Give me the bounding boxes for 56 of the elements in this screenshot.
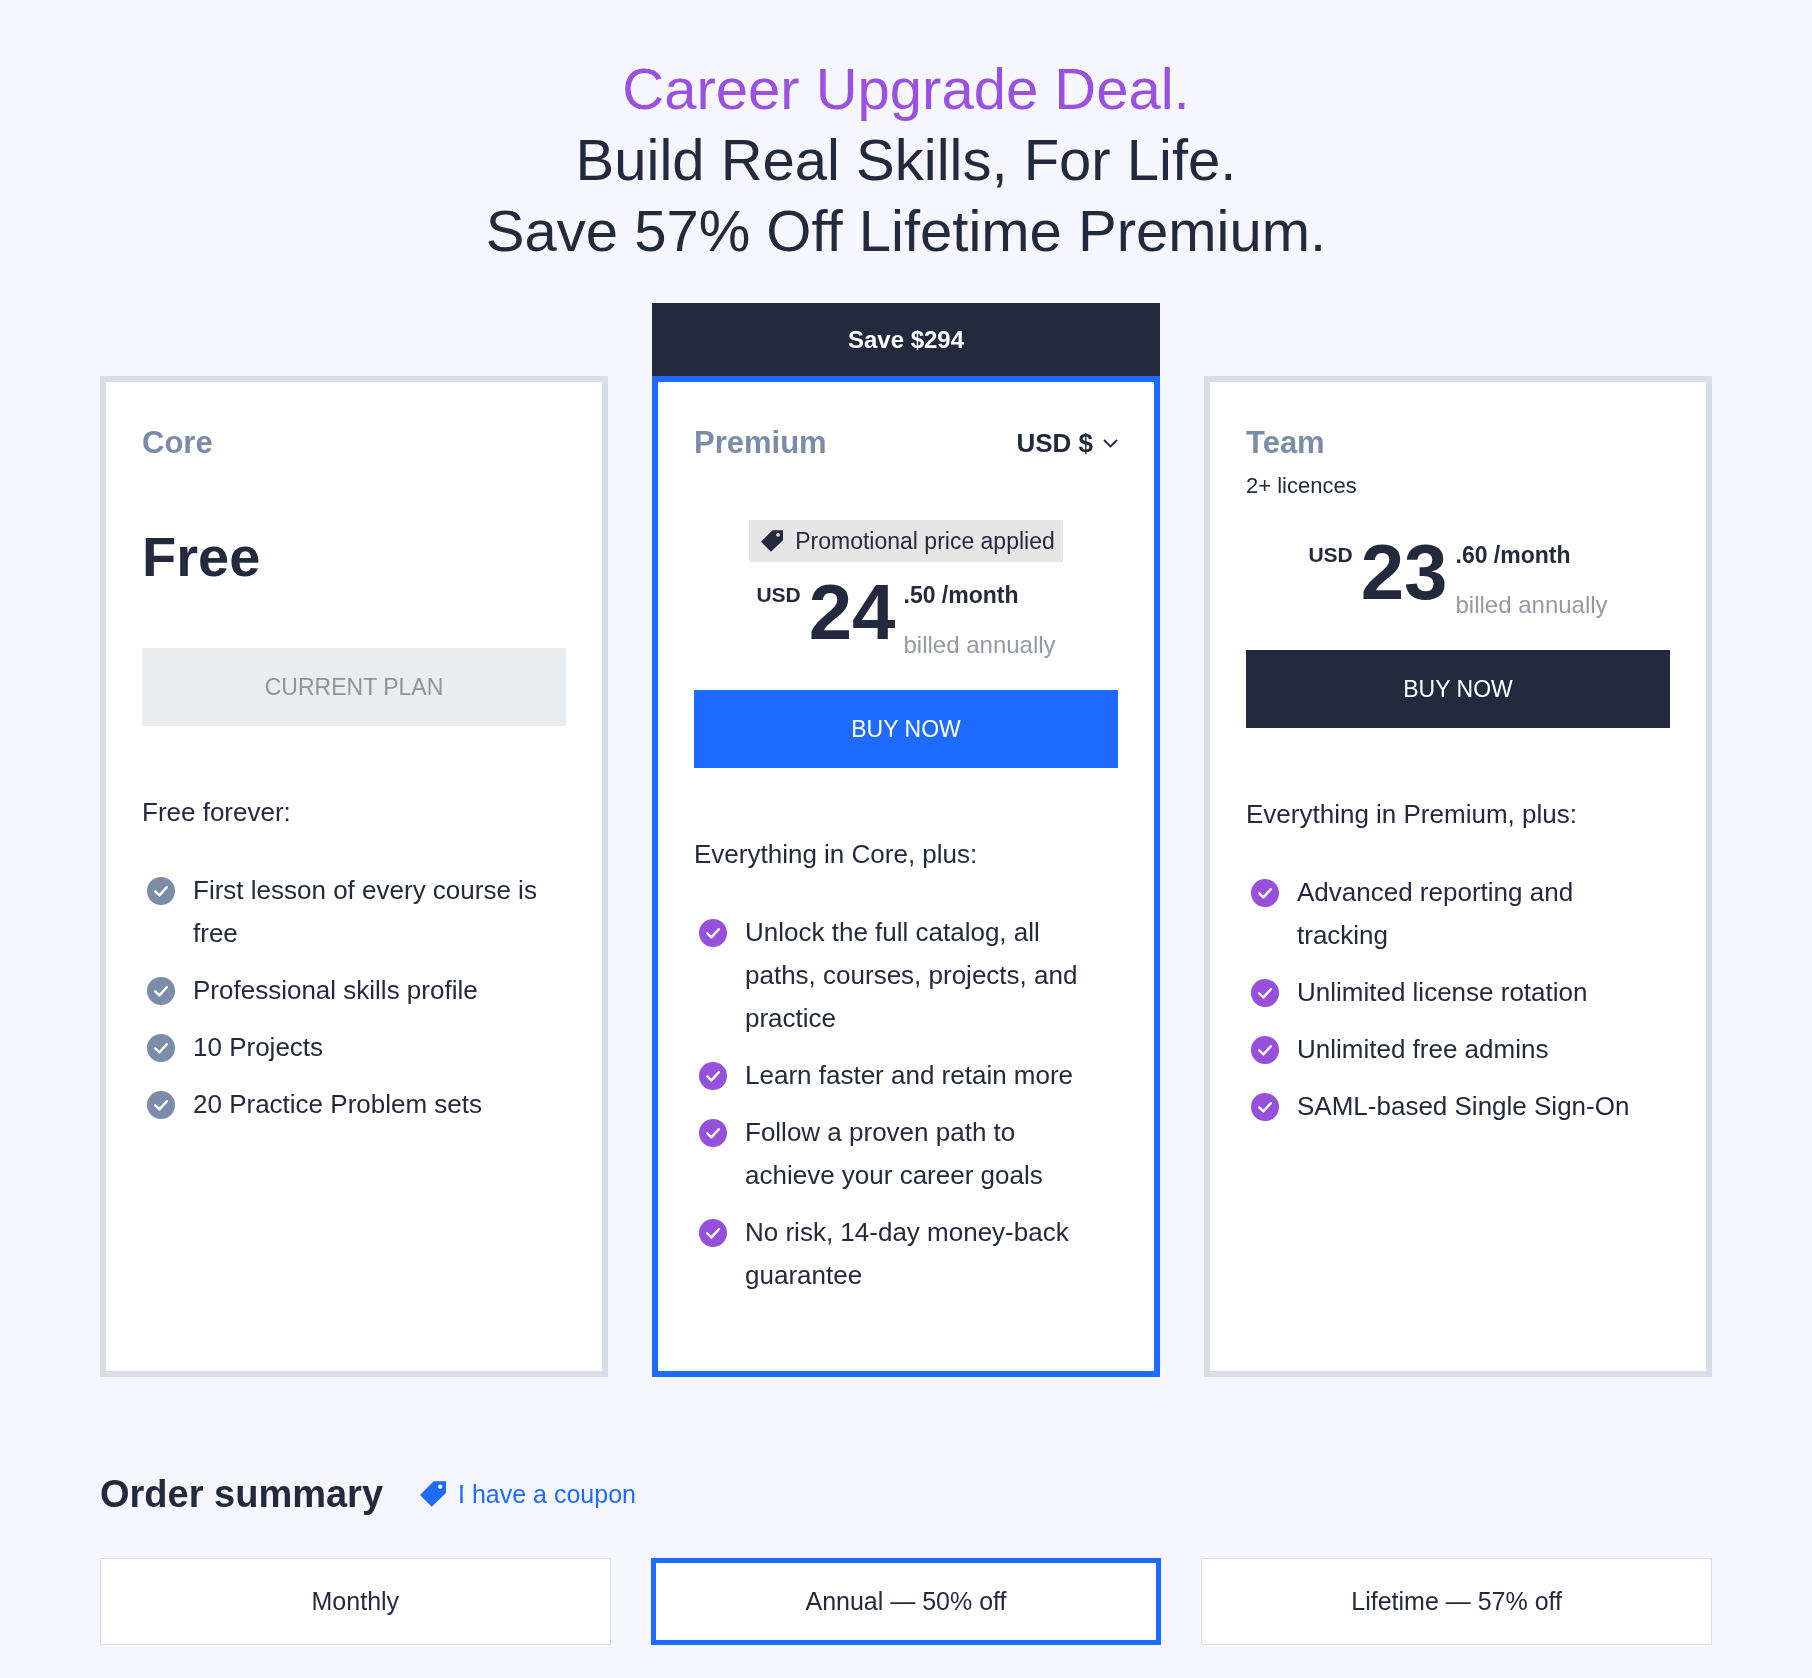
features-intro: Everything in Core, plus:: [694, 838, 979, 870]
promo-text: Promotional price applied: [795, 527, 1055, 555]
feature-text: Professional skills profile: [193, 974, 478, 1007]
currency-dropdown[interactable]: USD $: [1016, 425, 1118, 461]
plan-button[interactable]: BUY NOW: [694, 690, 1118, 768]
coupon-link[interactable]: I have a coupon: [458, 1479, 636, 1509]
check-icon: [699, 1219, 727, 1247]
price-amount: 23: [1360, 532, 1448, 612]
caret-icon: [1103, 438, 1118, 448]
plan-name: Core: [142, 425, 213, 461]
headline-line: Save 57% Off Lifetime Premium.: [484, 197, 1328, 265]
billing-note: billed annually: [1455, 590, 1608, 620]
check-icon: [147, 1034, 175, 1062]
features-intro: Everything in Premium, plus:: [1246, 798, 1578, 830]
billing-option[interactable]: Lifetime — 57% off: [1201, 1558, 1712, 1645]
section-title: Order summary: [100, 1472, 383, 1517]
feature-text: 10 Projects: [193, 1031, 324, 1064]
check-icon: [1251, 879, 1279, 907]
headline-line: Build Real Skills, For Life.: [574, 126, 1238, 194]
tag-icon: [420, 1481, 446, 1507]
feature-text: First lesson of every course is free: [193, 874, 538, 950]
check-icon: [1251, 979, 1279, 1007]
feature-text: Unlock the full catalog, all paths, courses, projects, and practice: [745, 916, 1079, 1035]
headline-accent: Career Upgrade Deal.: [621, 55, 1191, 123]
feature-text: Advanced reporting and tracking: [1297, 876, 1575, 952]
currency-label: USD: [756, 582, 801, 608]
plan-subtitle: 2+ licences: [1246, 472, 1358, 500]
feature-text: SAML-based Single Sign-On: [1297, 1090, 1630, 1123]
billing-option[interactable]: Annual — 50% off: [650, 1558, 1162, 1645]
billing-option[interactable]: Monthly: [100, 1558, 611, 1645]
check-icon: [1251, 1093, 1279, 1121]
check-icon: [147, 877, 175, 905]
check-icon: [699, 919, 727, 947]
check-icon: [699, 1062, 727, 1090]
price-amount: 24: [808, 572, 896, 652]
plan-name: Team: [1246, 425, 1325, 461]
check-icon: [147, 977, 175, 1005]
feature-text: Follow a proven path to achieve your career goals: [745, 1116, 1044, 1192]
check-icon: [699, 1119, 727, 1147]
savings-banner: Save $294: [652, 303, 1160, 376]
feature-text: Unlimited free admins: [1297, 1033, 1549, 1066]
features-intro: Free forever:: [142, 796, 292, 828]
feature-text: 20 Practice Problem sets: [193, 1088, 482, 1121]
plan-button[interactable]: BUY NOW: [1246, 650, 1670, 728]
plan-price: Free: [142, 525, 262, 589]
currency-label: USD: [1308, 542, 1353, 568]
price-cents: .50 /month: [903, 581, 1019, 610]
feature-text: No risk, 14-day money-back guarantee: [745, 1216, 1070, 1292]
check-icon: [147, 1091, 175, 1119]
feature-text: Unlimited license rotation: [1297, 976, 1588, 1009]
plan-name: Premium: [694, 425, 827, 461]
price-cents: .60 /month: [1455, 541, 1571, 570]
tag-icon: [761, 530, 784, 552]
check-icon: [1251, 1036, 1279, 1064]
feature-text: Learn faster and retain more: [745, 1059, 1074, 1092]
billing-note: billed annually: [903, 630, 1056, 660]
